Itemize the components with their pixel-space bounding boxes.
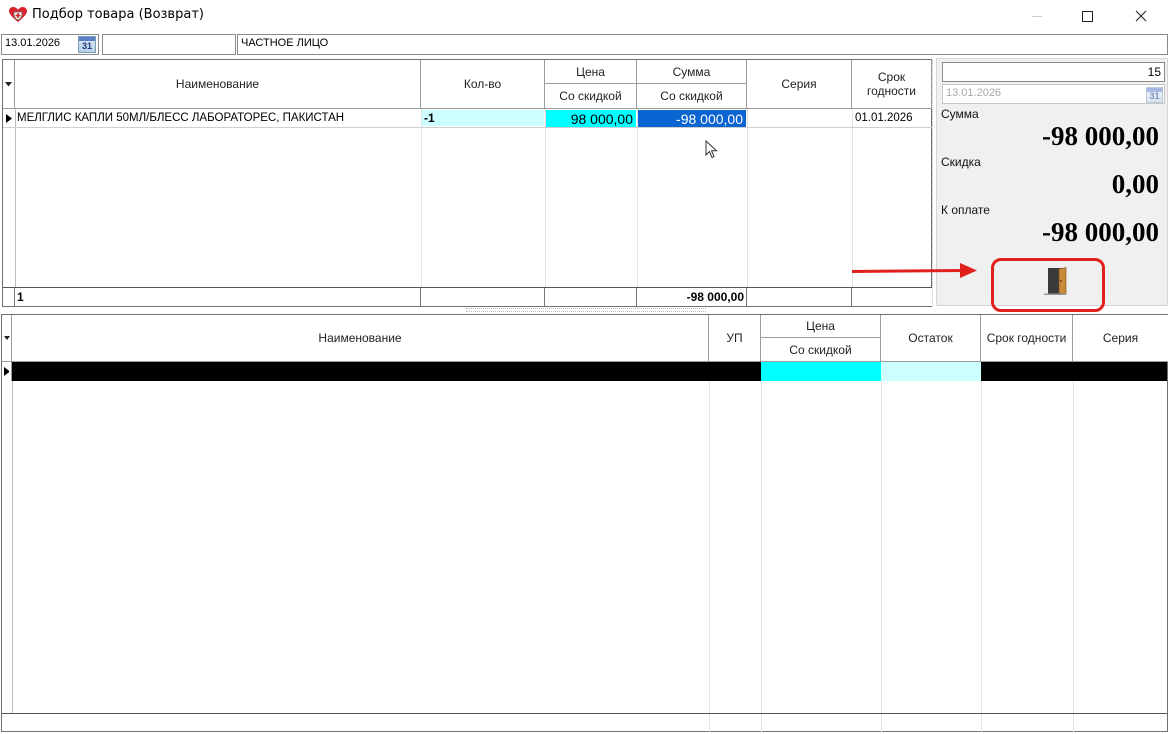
- title-bar: Подбор товара (Возврат): [0, 0, 1170, 31]
- close-icon: [1135, 10, 1147, 21]
- client-input[interactable]: ЧАСТНОЕ ЛИЦО: [237, 34, 1168, 55]
- panel-calendar-icon[interactable]: 31: [1146, 87, 1163, 103]
- lower-row-pointer-icon: [4, 367, 9, 376]
- minimize-button[interactable]: [1012, 0, 1062, 31]
- cell-name[interactable]: МЕЛГЛИС КАПЛИ 50МЛ/БЛЕСС ЛАБОРАТОРЕС, ПА…: [15, 109, 421, 127]
- cart-grid: Наименование Кол-во Цена Со скидкой Сумм…: [2, 59, 932, 307]
- col-header-price[interactable]: Цена: [545, 60, 637, 84]
- grid-footer: 1 -98 000,00: [3, 287, 932, 306]
- calendar-day-label: 31: [81, 41, 92, 51]
- cell-qty[interactable]: -1: [422, 110, 544, 126]
- lower-row-indicator: [2, 362, 12, 381]
- lower-col-header-price-discount[interactable]: Со скидкой: [761, 338, 881, 362]
- lower-col-header-name[interactable]: Наименование: [12, 315, 709, 362]
- footer-count: 1: [15, 288, 421, 306]
- col-header-sum[interactable]: Сумма: [637, 60, 747, 84]
- topay-label: К оплате: [941, 203, 990, 217]
- counter-field[interactable]: 15: [942, 62, 1165, 82]
- lower-cell-stock[interactable]: [881, 362, 981, 381]
- col-header-sum-discount[interactable]: Со скидкой: [637, 84, 747, 109]
- maximize-icon: [1082, 10, 1093, 22]
- close-button[interactable]: [1116, 0, 1166, 31]
- discount-label: Скидка: [941, 155, 981, 169]
- col-header-name[interactable]: Наименование: [15, 60, 421, 109]
- mouse-cursor-icon: [705, 139, 718, 162]
- col-header-price-discount[interactable]: Со скидкой: [545, 84, 637, 109]
- annotation-arrow-icon: [850, 262, 980, 283]
- col-header-expiry[interactable]: Срок годности: [852, 60, 932, 109]
- lower-grid-footer: [2, 713, 1167, 732]
- window-title: Подбор товара (Возврат): [32, 7, 204, 22]
- lower-col-header-price[interactable]: Цена: [761, 315, 881, 338]
- cell-series[interactable]: [748, 109, 852, 127]
- lower-col-header-series[interactable]: Серия: [1073, 315, 1168, 362]
- panel-calendar-day-label: 31: [1149, 91, 1160, 101]
- sum-value: -98 000,00: [1042, 121, 1159, 151]
- row-pointer-icon: [6, 113, 12, 123]
- lower-col-header-expiry[interactable]: Срок годности: [981, 315, 1073, 362]
- table-row[interactable]: [2, 362, 1167, 381]
- panel-date-field[interactable]: 13.01.2026: [942, 84, 1165, 104]
- lower-chevron-down-icon: [3, 335, 10, 340]
- discount-value: 0,00: [1111, 169, 1159, 199]
- lower-cell-price[interactable]: [761, 362, 881, 381]
- col-header-series[interactable]: Серия: [747, 60, 852, 109]
- lower-col-header-stock[interactable]: Остаток: [881, 315, 981, 362]
- calendar-icon[interactable]: 31: [78, 36, 96, 53]
- col-header-qty[interactable]: Кол-во: [421, 60, 545, 109]
- chevron-down-icon: [5, 81, 12, 86]
- cell-sum[interactable]: -98 000,00: [638, 110, 746, 127]
- minimize-icon: [1032, 15, 1042, 17]
- table-row[interactable]: МЕЛГЛИС КАПЛИ 50МЛ/БЛЕСС ЛАБОРАТОРЕС, ПА…: [3, 109, 932, 128]
- code-input[interactable]: [102, 34, 236, 55]
- heart-shield-app-icon: [8, 6, 28, 24]
- maximize-button[interactable]: [1062, 0, 1112, 31]
- annotation-highlight-box: [991, 258, 1105, 312]
- cell-price[interactable]: 98 000,00: [546, 110, 636, 127]
- cell-expiry[interactable]: 01.01.2026: [853, 109, 932, 127]
- row-indicator-header[interactable]: [3, 60, 15, 109]
- row-indicator: [3, 109, 15, 127]
- topay-value: -98 000,00: [1042, 217, 1159, 247]
- product-lookup-grid: Наименование УП Цена Со скидкой Остаток …: [1, 314, 1168, 732]
- footer-sum: -98 000,00: [637, 288, 747, 306]
- sum-label: Сумма: [941, 107, 979, 121]
- lower-row-indicator-header[interactable]: [2, 315, 12, 362]
- lower-col-header-up[interactable]: УП: [709, 315, 761, 362]
- horizontal-splitter[interactable]: [466, 308, 706, 312]
